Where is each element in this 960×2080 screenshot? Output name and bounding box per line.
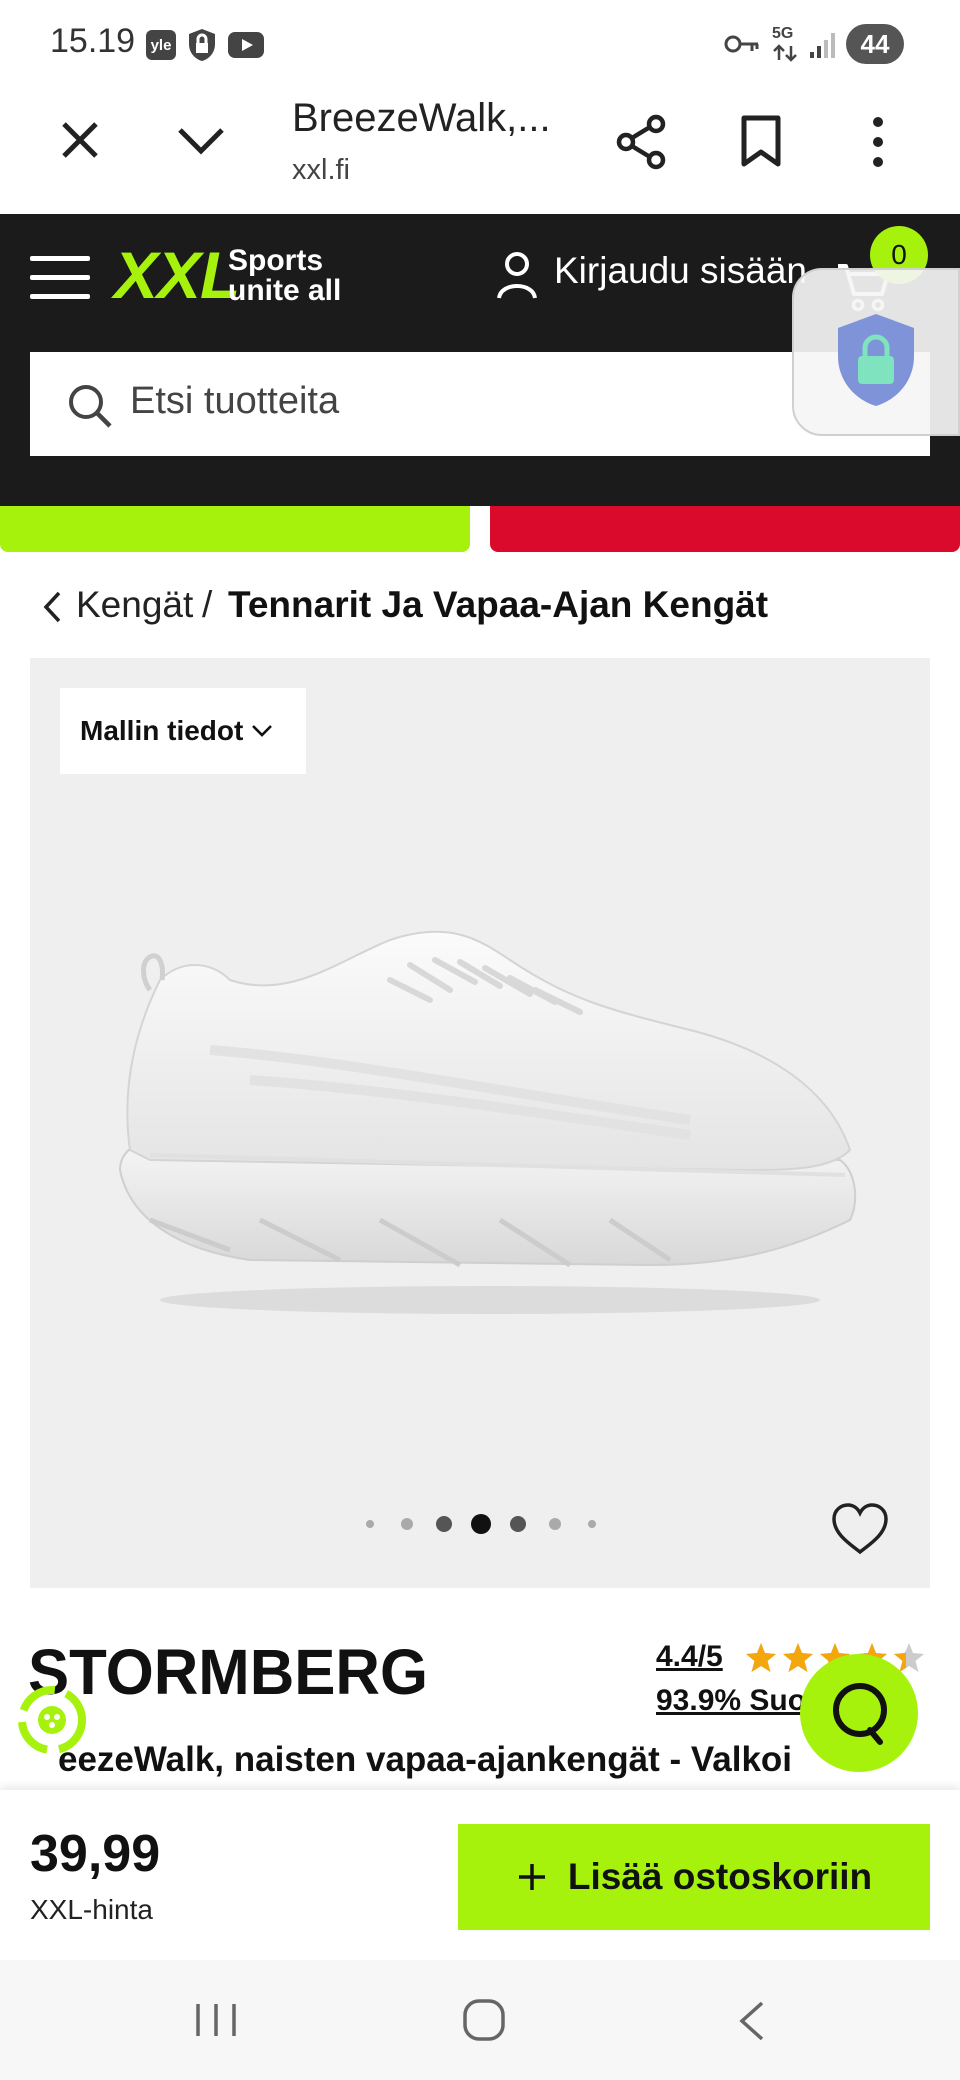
- gallery-dot[interactable]: [401, 1518, 413, 1530]
- promo-banner-red[interactable]: [490, 506, 960, 552]
- key-icon: [724, 34, 760, 59]
- back-icon[interactable]: [736, 2000, 766, 2047]
- browser-page-title[interactable]: BreezeWalk,...: [292, 96, 551, 141]
- vpn-lock-icon: [188, 28, 216, 67]
- battery-indicator: 44: [846, 24, 904, 64]
- status-bar: 15.19 yle 5G 44: [0, 0, 960, 88]
- hamburger-menu-icon[interactable]: [30, 256, 90, 300]
- product-price: 39,99: [30, 1825, 161, 1883]
- user-icon[interactable]: [496, 250, 538, 305]
- rating-star: [746, 1643, 776, 1672]
- search-placeholder: Etsi tuotteita: [130, 380, 340, 422]
- search-icon: [66, 382, 114, 435]
- favorite-heart-icon[interactable]: [830, 1502, 890, 1561]
- more-options-icon[interactable]: [868, 116, 888, 173]
- gallery-pagination[interactable]: [360, 1512, 600, 1536]
- status-clock: 15.19: [50, 22, 136, 60]
- home-icon[interactable]: [462, 1998, 506, 2047]
- gallery-dot[interactable]: [588, 1520, 596, 1528]
- yle-app-icon: yle: [146, 30, 176, 60]
- rating-value[interactable]: 4.4/5: [656, 1640, 723, 1674]
- xxl-logo[interactable]: XXL: [114, 240, 240, 310]
- browser-url[interactable]: xxl.fi: [292, 154, 350, 187]
- chat-bubble-icon: [833, 1683, 887, 1745]
- logo-tagline-line1: Sports: [228, 244, 324, 277]
- stormberg-wordmark: STORMBERG: [28, 1636, 428, 1708]
- signal-icon: [808, 30, 838, 65]
- chevron-down-icon: [252, 725, 273, 737]
- stormberg-brand-logo[interactable]: STORMBERG: [28, 1636, 428, 1708]
- chat-button[interactable]: [800, 1654, 918, 1772]
- add-to-cart-label: Lisää ostoskoriin: [567, 1856, 873, 1897]
- model-info-dropdown[interactable]: Mallin tiedot: [60, 688, 306, 774]
- youtube-icon: [228, 32, 264, 63]
- plus-icon: [518, 1864, 545, 1890]
- model-info-label: Mallin tiedot: [80, 715, 244, 746]
- data-arrows-icon: [772, 44, 798, 67]
- network-type: 5G: [772, 25, 794, 42]
- rating-star: [783, 1643, 813, 1672]
- product-image[interactable]: [90, 920, 870, 1345]
- logo-tagline-line2: unite all: [228, 274, 342, 307]
- breadcrumb-parent[interactable]: Kengät: [76, 584, 193, 626]
- product-title: eezeWalk, naisten vapaa-ajankengät - Val…: [58, 1740, 793, 1779]
- gallery-dot-active[interactable]: [471, 1514, 491, 1534]
- price-label: XXL-hinta: [30, 1894, 153, 1925]
- gallery-dot[interactable]: [549, 1518, 561, 1530]
- rating-star: [894, 1643, 924, 1672]
- breadcrumb-separator: /: [202, 584, 213, 625]
- breadcrumb-current[interactable]: Tennarit Ja Vapaa-Ajan Kengät: [228, 584, 768, 626]
- share-icon[interactable]: [614, 114, 668, 175]
- svg-text:STORMBERG: STORMBERG: [28, 1638, 428, 1700]
- close-tab-icon[interactable]: [58, 118, 102, 167]
- promo-banner-green[interactable]: [0, 506, 470, 552]
- add-to-cart-button[interactable]: Lisää ostoskoriin: [458, 1824, 930, 1930]
- bookmark-icon[interactable]: [740, 114, 782, 173]
- recommend-percentage[interactable]: 93.9% Suo: [656, 1684, 806, 1718]
- gallery-dot[interactable]: [436, 1516, 452, 1532]
- gallery-dot[interactable]: [510, 1516, 526, 1532]
- login-link[interactable]: Kirjaudu sisään: [554, 250, 807, 292]
- chevron-down-icon[interactable]: [176, 126, 226, 161]
- vpn-shield-overlay[interactable]: [792, 268, 960, 436]
- recent-apps-icon[interactable]: [194, 2002, 238, 2043]
- gallery-dot[interactable]: [366, 1520, 374, 1528]
- chevron-left-icon[interactable]: [42, 590, 62, 629]
